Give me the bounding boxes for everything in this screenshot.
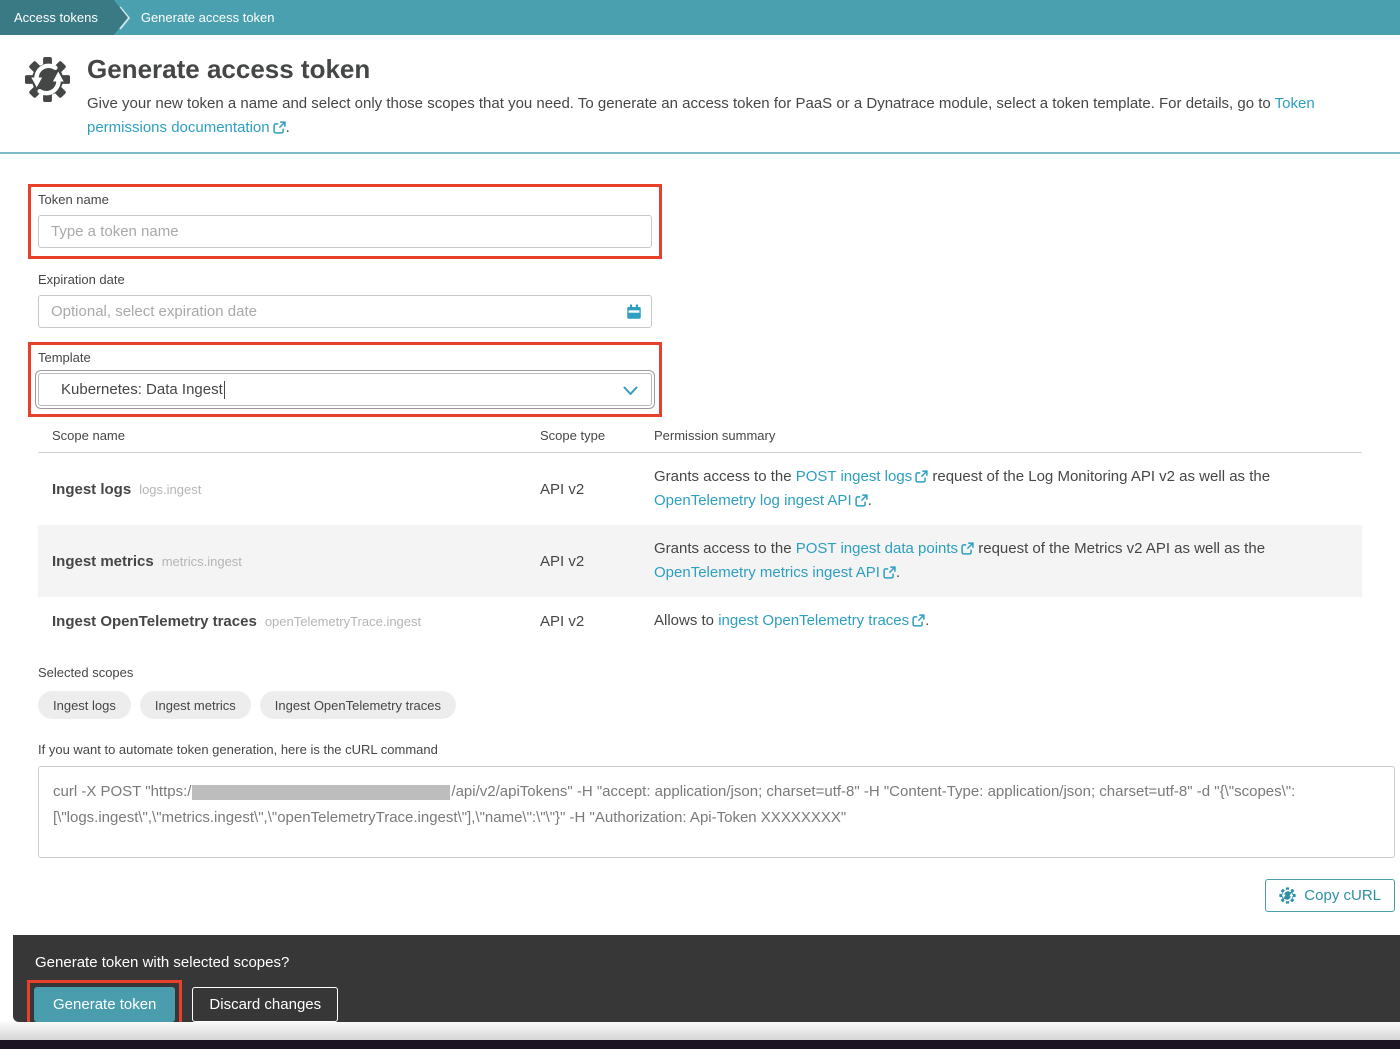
generate-token-button[interactable]: Generate token xyxy=(34,987,176,1022)
permission-link[interactable]: POST ingest data points xyxy=(796,540,974,557)
permission-link[interactable]: OpenTelemetry log ingest API xyxy=(654,492,868,509)
permission-summary: Allows to ingest OpenTelemetry traces . xyxy=(654,612,930,629)
page-description: Give your new token a name and select on… xyxy=(87,92,1372,140)
scope-code: metrics.ingest xyxy=(161,553,242,569)
scope-type: API v2 xyxy=(540,612,585,630)
description-text: . xyxy=(285,119,290,136)
gear-sync-icon xyxy=(24,56,71,103)
permission-link[interactable]: POST ingest logs xyxy=(796,468,928,485)
curl-command-text: curl -X POST "https:/ xyxy=(53,783,192,800)
text-caret xyxy=(223,380,225,399)
template-value: Kubernetes: Data Ingest xyxy=(61,381,223,398)
breadcrumb-label: Access tokens xyxy=(14,10,98,25)
copy-curl-button[interactable]: Copy cURL xyxy=(1265,879,1395,912)
table-row: Ingest metrics metrics.ingest API v2 Grants… xyxy=(38,525,1362,597)
annotation-box-template: Template Kubernetes: Data Ingest xyxy=(28,342,662,417)
expiration-date-input[interactable] xyxy=(38,295,652,328)
scope-name: Ingest logs xyxy=(52,480,132,498)
generate-question-text: Generate token with selected scopes? xyxy=(35,954,290,971)
selected-scope-chip: Ingest OpenTelemetry traces xyxy=(259,691,456,719)
selected-scopes-label: Selected scopes xyxy=(38,665,134,680)
external-link-icon xyxy=(883,566,896,579)
bottom-action-bar: Generate token with selected scopes? Gen… xyxy=(13,935,1400,1029)
external-link-icon xyxy=(912,614,925,627)
external-link-icon xyxy=(915,470,928,483)
page-bottom-gradient xyxy=(0,1022,1400,1040)
external-link-icon xyxy=(961,542,974,555)
template-label: Template xyxy=(38,350,91,365)
breadcrumb: Access tokens Generate access token xyxy=(0,0,1400,35)
table-row: Ingest OpenTelemetry traces openTelemetry… xyxy=(38,597,1362,645)
breadcrumb-item-generate-access-token: Generate access token xyxy=(141,0,275,35)
breadcrumb-item-access-tokens[interactable]: Access tokens xyxy=(0,0,128,35)
scope-type: API v2 xyxy=(540,480,585,498)
scope-code: logs.ingest xyxy=(139,481,202,497)
curl-command-box: curl -X POST "https://api/v2/apiTokens" … xyxy=(38,766,1395,858)
copy-curl-label: Copy cURL xyxy=(1304,887,1381,904)
permission-summary: Grants access to the POST ingest data po… xyxy=(654,540,1266,581)
permission-link[interactable]: OpenTelemetry metrics ingest API xyxy=(654,564,896,581)
gear-sync-icon xyxy=(1279,887,1296,904)
scope-name: Ingest metrics xyxy=(52,552,154,570)
screen-bottom-edge xyxy=(0,1040,1400,1049)
selected-scopes-chips: Ingest logs Ingest metrics Ingest OpenTele… xyxy=(38,691,1362,719)
permission-link[interactable]: ingest OpenTelemetry traces xyxy=(718,612,925,629)
permission-summary: Grants access to the POST ingest logs re… xyxy=(654,468,1271,509)
external-link-icon xyxy=(854,494,868,507)
table-row: Ingest logs logs.ingest API v2 Grants acces… xyxy=(38,453,1362,525)
description-text: Give your new token a name and select on… xyxy=(87,95,1275,112)
page-header: Generate access token Give your new toke… xyxy=(0,35,1400,140)
scope-name: Ingest OpenTelemetry traces xyxy=(52,612,257,630)
column-header-scope-name: Scope name xyxy=(52,428,125,443)
column-header-permission-summary: Permission summary xyxy=(654,428,776,443)
selected-scope-chip: Ingest metrics xyxy=(139,691,251,719)
table-header-row: Scope name Scope type Permission summary xyxy=(38,419,1362,453)
expiration-date-label: Expiration date xyxy=(38,272,125,287)
scopes-table: Scope name Scope type Permission summary… xyxy=(38,419,1362,645)
selected-scope-chip: Ingest logs xyxy=(38,691,131,719)
annotation-box-token-name: Token name xyxy=(28,184,662,259)
curl-intro-text: If you want to automate token generation… xyxy=(38,742,438,757)
scope-code: openTelemetryTrace.ingest xyxy=(264,613,422,629)
token-name-input[interactable] xyxy=(38,215,652,248)
calendar-icon[interactable] xyxy=(625,303,643,321)
discard-changes-button[interactable]: Discard changes xyxy=(192,987,339,1022)
column-header-scope-type: Scope type xyxy=(540,428,606,443)
breadcrumb-label: Generate access token xyxy=(140,10,275,25)
template-combobox[interactable]: Kubernetes: Data Ingest xyxy=(35,370,655,409)
page-title: Generate access token xyxy=(87,54,371,84)
external-link-icon xyxy=(272,121,286,134)
chevron-down-icon xyxy=(623,386,638,395)
scope-type: API v2 xyxy=(540,552,585,570)
token-name-label: Token name xyxy=(38,192,109,207)
redacted-tenant-url xyxy=(192,784,451,800)
